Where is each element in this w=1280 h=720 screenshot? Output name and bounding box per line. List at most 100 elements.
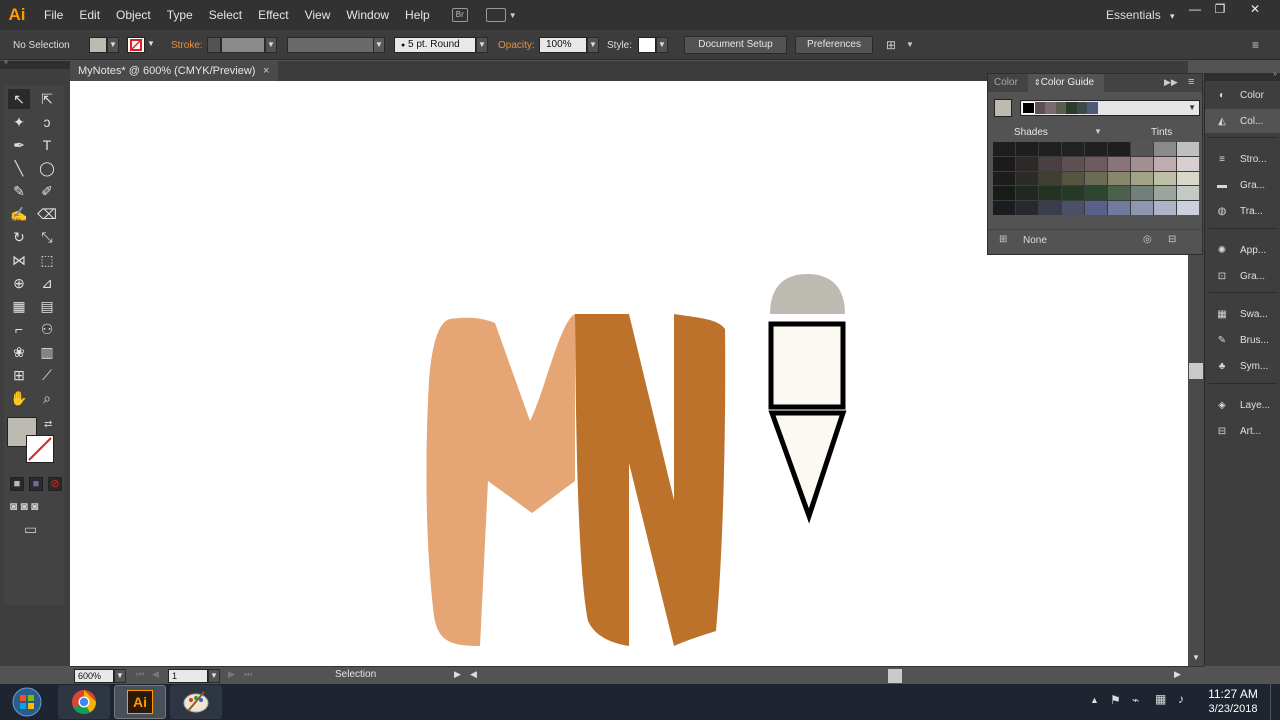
color-variation-swatch[interactable] xyxy=(1085,171,1107,186)
drawing-modes-icon[interactable]: ◙ ◙ ◙ xyxy=(10,499,38,513)
scroll-left-icon[interactable]: ◀ xyxy=(470,669,477,680)
color-variation-swatch[interactable] xyxy=(1062,156,1084,171)
arrange-icon[interactable]: ⊞ xyxy=(886,38,896,52)
color-variation-swatch[interactable] xyxy=(1108,142,1130,156)
color-variation-swatch[interactable] xyxy=(1085,156,1107,171)
document-setup-button[interactable]: Document Setup xyxy=(684,36,787,54)
limit-swatch-library-icon[interactable]: ⊞ xyxy=(999,234,1007,245)
volume-icon[interactable]: ♪ xyxy=(1178,692,1184,706)
menu-object[interactable]: Object xyxy=(108,0,159,30)
color-variation-swatch[interactable] xyxy=(1039,156,1061,171)
lasso-tool-icon[interactable]: ↄ xyxy=(36,112,58,132)
color-variation-swatch[interactable] xyxy=(1039,171,1061,186)
width-tool-icon[interactable]: ⋈ xyxy=(8,250,30,270)
paint-taskbar-button[interactable] xyxy=(170,685,222,719)
dock-item-symbols[interactable]: ♣ Sym... xyxy=(1205,354,1280,378)
menu-edit[interactable]: Edit xyxy=(71,0,108,30)
color-mode-icon[interactable]: ■ xyxy=(10,477,24,491)
column-graph-tool-icon[interactable]: ▥ xyxy=(36,342,58,362)
screen-mode-icon[interactable]: ▭ xyxy=(24,521,37,538)
symbol-sprayer-tool-icon[interactable]: ❀ xyxy=(8,342,30,362)
dock-item-swatches[interactable]: ▦ Swa... xyxy=(1205,302,1280,326)
stroke-label[interactable]: Stroke: xyxy=(171,40,203,51)
shape-builder-tool-icon[interactable]: ⊕ xyxy=(8,273,30,293)
color-variation-swatch[interactable] xyxy=(1085,142,1107,156)
color-variation-swatch[interactable] xyxy=(1062,186,1084,201)
perspective-grid-tool-icon[interactable]: ⊿ xyxy=(36,273,58,293)
color-variation-swatch[interactable] xyxy=(1177,171,1199,186)
color-variation-swatch[interactable] xyxy=(1108,186,1130,201)
color-variation-swatch[interactable] xyxy=(1039,142,1061,156)
illustrator-taskbar-button[interactable]: Ai xyxy=(114,685,166,719)
dock-item-transparency[interactable]: ◍ Tra... xyxy=(1205,199,1280,223)
stroke-weight-input[interactable] xyxy=(221,37,265,53)
dock-item-color-guide[interactable]: ◭ Col... xyxy=(1205,109,1280,133)
zoom-level-input[interactable]: 600% xyxy=(74,669,114,683)
status-menu-icon[interactable]: ▶ xyxy=(454,669,461,680)
action-center-flag-icon[interactable]: ⚑ xyxy=(1110,693,1121,707)
color-variation-swatch[interactable] xyxy=(1131,142,1153,156)
stroke-weight-stepper[interactable] xyxy=(207,37,221,53)
color-variation-swatch[interactable] xyxy=(1016,171,1038,186)
hand-tool-icon[interactable]: ✋ xyxy=(8,388,30,408)
dock-header[interactable]: » xyxy=(1205,71,1280,81)
menu-window[interactable]: Window xyxy=(338,0,397,30)
none-mode-icon[interactable]: ⊘ xyxy=(48,477,62,491)
scroll-right-icon[interactable]: ▶ xyxy=(1174,669,1181,680)
color-variation-swatch[interactable] xyxy=(1108,171,1130,186)
last-artboard-icon[interactable]: ⏭ xyxy=(244,669,252,680)
variable-width-profile[interactable] xyxy=(287,37,375,53)
artboard-number-input[interactable]: 1 xyxy=(168,669,208,683)
color-variation-swatch[interactable] xyxy=(1177,142,1199,156)
harmony-color-swatch[interactable] xyxy=(1087,102,1099,114)
artboard-tool-icon[interactable]: ⊞ xyxy=(8,365,30,385)
type-tool-icon[interactable]: T xyxy=(36,135,58,155)
style-dropdown[interactable]: ▼ xyxy=(656,37,668,53)
color-variation-swatch[interactable] xyxy=(1154,142,1176,156)
color-variation-swatch[interactable] xyxy=(993,171,1015,186)
menu-help[interactable]: Help xyxy=(397,0,438,30)
blend-tool-icon[interactable]: ⚇ xyxy=(36,319,58,339)
brush-definition[interactable]: ● 5 pt. Round xyxy=(394,37,476,53)
stroke-swatch[interactable] xyxy=(127,37,145,53)
zoom-tool-icon[interactable]: ⌕ xyxy=(36,388,58,408)
color-variation-swatch[interactable] xyxy=(993,186,1015,201)
pencil-body-shape[interactable] xyxy=(768,321,846,410)
dock-item-brushes[interactable]: ✎ Brus... xyxy=(1205,328,1280,352)
preferences-button[interactable]: Preferences xyxy=(795,36,873,54)
color-variation-swatch[interactable] xyxy=(993,156,1015,171)
collapse-panel-icon[interactable]: ▶▶ xyxy=(1164,77,1178,88)
magic-wand-tool-icon[interactable]: ✦ xyxy=(8,112,30,132)
tools-panel-header[interactable]: « xyxy=(0,59,70,69)
color-variation-swatch[interactable] xyxy=(1062,142,1084,156)
color-variation-swatch[interactable] xyxy=(1154,186,1176,201)
first-artboard-icon[interactable]: ⏮ xyxy=(136,669,144,680)
blob-brush-tool-icon[interactable]: ✍ xyxy=(8,204,30,224)
document-tab[interactable]: MyNotes* @ 600% (CMYK/Preview) × xyxy=(70,61,278,81)
menu-effect[interactable]: Effect xyxy=(250,0,296,30)
dock-item-graphic-styles[interactable]: ⊡ Gra... xyxy=(1205,264,1280,288)
color-variation-swatch[interactable] xyxy=(1085,186,1107,201)
menu-view[interactable]: View xyxy=(297,0,339,30)
edit-colors-icon[interactable]: ◎ xyxy=(1143,234,1152,245)
bridge-icon[interactable]: Br xyxy=(451,8,468,22)
dock-item-gradient[interactable]: ▬ Gra... xyxy=(1205,173,1280,197)
direct-selection-tool-icon[interactable]: ⇱ xyxy=(36,89,58,109)
color-variation-swatch[interactable] xyxy=(1177,156,1199,171)
menu-file[interactable]: File xyxy=(36,0,71,30)
harmony-color-swatch[interactable] xyxy=(1022,102,1035,114)
power-icon[interactable]: ⌁ xyxy=(1132,693,1139,707)
arrange-documents-icon[interactable] xyxy=(485,8,506,22)
graphic-style-swatch[interactable] xyxy=(638,37,656,53)
color-variation-swatch[interactable] xyxy=(1085,201,1107,215)
m-letter-shape[interactable] xyxy=(426,314,575,646)
free-transform-tool-icon[interactable]: ⬚ xyxy=(36,250,58,270)
dock-item-appearance[interactable]: ✺ App... xyxy=(1205,238,1280,262)
vertical-scroll-thumb[interactable] xyxy=(1189,363,1203,379)
menu-select[interactable]: Select xyxy=(201,0,250,30)
tab-color[interactable]: Color xyxy=(988,74,1024,92)
color-variation-swatch[interactable] xyxy=(1062,171,1084,186)
next-artboard-icon[interactable]: ▶ xyxy=(228,669,235,680)
dock-item-color[interactable]: ◐ Color xyxy=(1205,83,1280,107)
selection-tool-icon[interactable]: ↖ xyxy=(8,89,30,109)
